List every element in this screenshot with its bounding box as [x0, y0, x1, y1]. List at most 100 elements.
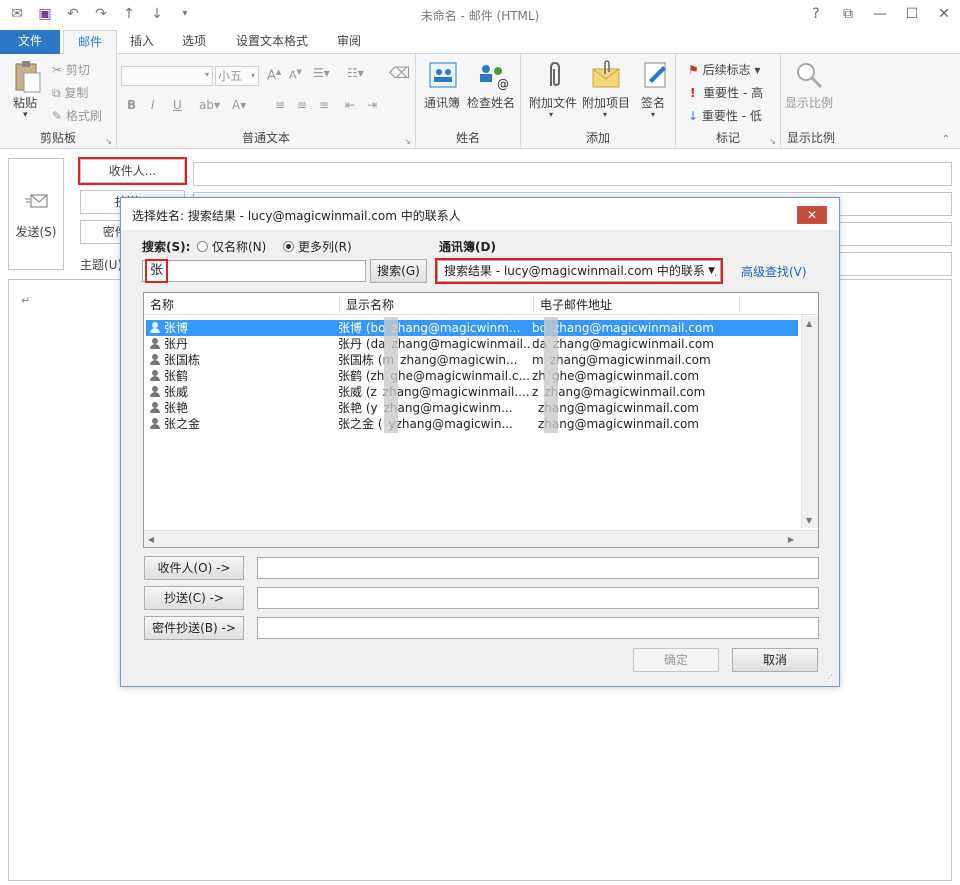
clear-format-icon[interactable]: ⌫	[389, 64, 410, 82]
list-item[interactable]: 张丹 张丹 (da zhang@magicwinmail.... da zhan…	[146, 336, 798, 352]
vertical-scrollbar[interactable]: ▲ ▼	[801, 316, 818, 528]
increase-indent-icon[interactable]: ⇥	[367, 98, 377, 112]
send-button[interactable]: 发送(S)	[8, 158, 64, 270]
italic-button[interactable]: I	[151, 98, 155, 112]
signature-dropdown-icon[interactable]: ▾	[651, 110, 655, 119]
copy-button[interactable]: ⧉ 复制	[52, 84, 88, 101]
collapse-ribbon-icon[interactable]: ⌃	[942, 134, 950, 145]
cancel-button[interactable]: 取消	[732, 648, 818, 672]
address-book-dropdown[interactable]: 搜索结果 - lucy@magicwinmail.com 中的联系人 ▼	[435, 258, 723, 284]
col-email[interactable]: 电子邮件地址	[534, 296, 740, 312]
scroll-down-icon[interactable]: ▼	[806, 516, 812, 525]
bold-button[interactable]: B	[127, 98, 136, 112]
attach-item-icon[interactable]	[591, 60, 621, 90]
tab-insert[interactable]: 插入	[116, 30, 168, 54]
close-icon[interactable]: ✕	[934, 4, 954, 24]
low-importance-button[interactable]: ↓ 重要性 - 低	[688, 107, 762, 124]
col-display-name[interactable]: 显示名称	[340, 296, 534, 312]
scroll-left-icon[interactable]: ◀	[148, 535, 154, 544]
scroll-up-icon[interactable]: ▲	[806, 319, 812, 328]
tab-options[interactable]: 选项	[168, 30, 220, 54]
high-importance-button[interactable]: ! 重要性 - 高	[690, 84, 763, 101]
resize-grip-icon[interactable]: ⋰	[824, 674, 833, 684]
grow-font-icon[interactable]: A▲	[267, 68, 281, 83]
bullets-icon[interactable]: ☰▾	[313, 66, 330, 80]
address-book-button[interactable]: 通讯簿	[424, 94, 460, 111]
align-center-icon[interactable]: ≡	[297, 98, 307, 112]
ok-button[interactable]: 确定	[633, 648, 719, 672]
list-item[interactable]: 张威 张威 (z zhang@magicwinmail.... z zhang@…	[146, 384, 798, 400]
format-painter-button[interactable]: ✎ 格式刷	[52, 107, 102, 124]
to-field[interactable]	[193, 162, 952, 186]
font-color-icon[interactable]: A▾	[232, 98, 246, 112]
numbering-icon[interactable]: ☷▾	[347, 66, 364, 80]
paste-button[interactable]: 粘贴	[13, 94, 37, 111]
list-item[interactable]: 张艳 张艳 (y zhang@magicwinm... zhang@magicw…	[146, 400, 798, 416]
cut-button[interactable]: ✂ 剪切	[52, 61, 90, 78]
shrink-font-icon[interactable]: A▼	[289, 68, 302, 82]
check-names-button[interactable]: 检查姓名	[467, 94, 515, 111]
attach-item-dropdown-icon[interactable]: ▾	[603, 110, 607, 119]
to-recipient-button[interactable]: 收件人(O) ->	[144, 556, 244, 580]
bcc-recipient-field[interactable]	[257, 617, 819, 639]
tab-message[interactable]: 邮件	[63, 30, 118, 55]
contacts-list[interactable]: 名称 显示名称 电子邮件地址 张博 张博 (bo zhang@magicwinm…	[143, 292, 819, 548]
signature-button[interactable]: 签名	[641, 94, 665, 111]
contact-icon	[150, 370, 160, 381]
down-arrow-icon: ↓	[688, 109, 699, 123]
attach-file-button[interactable]: 附加文件	[529, 94, 577, 111]
list-item[interactable]: 张之金 张之金 ( yzhang@magicwin... zhang@magic…	[146, 416, 798, 432]
decrease-indent-icon[interactable]: ⇤	[345, 98, 355, 112]
check-names-icon[interactable]: @	[476, 60, 509, 91]
tab-format-text[interactable]: 设置文本格式	[222, 30, 322, 54]
dialog-launcher-icon[interactable]: ↘	[769, 137, 776, 146]
address-book-icon[interactable]	[428, 60, 458, 90]
scroll-right-icon[interactable]: ▶	[788, 535, 794, 544]
zoom-button[interactable]: 显示比例	[785, 94, 833, 111]
address-book-value: 搜索结果 - lucy@magicwinmail.com 中的联系人	[444, 264, 717, 278]
radio-more-columns[interactable]: 更多列(R)	[283, 238, 352, 255]
align-left-icon[interactable]: ≡	[275, 98, 285, 112]
list-item[interactable]: 张鹤 张鹤 (zh ghe@magicwinmail.c... zh ghe@m…	[146, 368, 798, 384]
dialog-launcher-icon[interactable]: ↘	[404, 137, 411, 146]
contact-display-name: 张丹 (da zhang@magicwinmail....	[338, 337, 530, 351]
tab-file[interactable]: 文件	[0, 30, 60, 54]
col-name[interactable]: 名称	[144, 296, 340, 312]
dialog-close-button[interactable]: ✕	[797, 206, 827, 224]
highlight-color-icon[interactable]: ab▾	[199, 98, 220, 112]
follow-up-button[interactable]: ⚑ 后续标志 ▾	[688, 61, 760, 78]
ribbon-display-icon[interactable]: ⧉	[838, 4, 858, 24]
to-button[interactable]: 收件人...	[78, 157, 187, 185]
magnifier-icon[interactable]	[794, 60, 824, 90]
dialog-launcher-icon[interactable]: ↘	[105, 137, 112, 146]
underline-button[interactable]: U	[173, 98, 182, 112]
paperclip-icon[interactable]	[539, 60, 569, 90]
radio-name-only[interactable]: 仅名称(N)	[197, 238, 266, 255]
horizontal-scrollbar[interactable]: ◀ ▶	[144, 530, 818, 547]
list-item[interactable]: 张国栋 张国栋 (m zhang@magicwin... m zhang@mag…	[146, 352, 798, 368]
search-button[interactable]: 搜索(G)	[370, 259, 427, 283]
paste-icon[interactable]	[13, 60, 43, 93]
attach-file-dropdown-icon[interactable]: ▾	[549, 110, 553, 119]
minimize-icon[interactable]: —	[870, 4, 890, 24]
align-right-icon[interactable]: ≡	[319, 98, 329, 112]
contact-email: z zhang@magicwinmail.com	[532, 385, 706, 399]
exclamation-icon: !	[690, 86, 696, 100]
font-name-combo[interactable]: ▾	[121, 66, 213, 86]
maximize-icon[interactable]: ☐	[902, 4, 922, 24]
bcc-recipient-button[interactable]: 密件抄送(B) ->	[144, 616, 244, 640]
cc-recipient-button[interactable]: 抄送(C) ->	[144, 586, 244, 610]
list-item[interactable]: 张博 张博 (bo zhang@magicwinm... bo zhang@ma…	[146, 320, 798, 336]
tab-review[interactable]: 审阅	[323, 30, 375, 54]
font-size-combo[interactable]: 小五 ▾	[215, 66, 259, 86]
to-recipient-field[interactable]	[257, 557, 819, 579]
attach-item-button[interactable]: 附加项目	[582, 94, 630, 111]
search-input[interactable]: 张	[142, 259, 366, 283]
signature-icon[interactable]	[641, 60, 671, 90]
advanced-find-link[interactable]: 高级查找(V)	[741, 263, 807, 280]
contact-email: zhang@magicwinmail.com	[532, 401, 699, 415]
contact-name: 张国栋	[164, 353, 201, 367]
help-icon[interactable]: ?	[806, 4, 826, 24]
cc-recipient-field[interactable]	[257, 587, 819, 609]
paste-dropdown-icon[interactable]: ▾	[23, 110, 28, 120]
